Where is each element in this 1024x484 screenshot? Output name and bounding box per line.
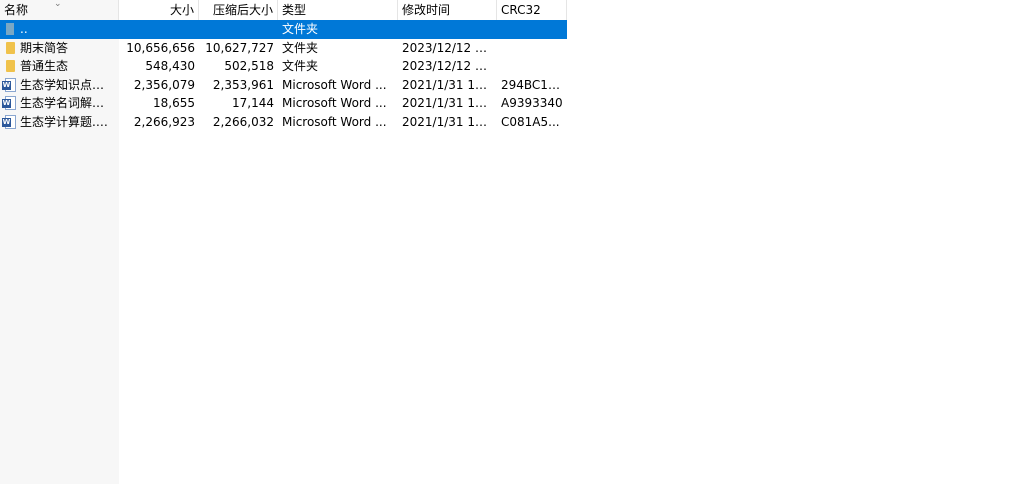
- folder-icon: [6, 41, 15, 54]
- file-row[interactable]: 期末简答 10,656,656 10,627,727 文件夹 2023/12/1…: [0, 39, 567, 58]
- file-type-cell: Microsoft Word ...: [282, 77, 387, 92]
- file-name-cell: ..: [0, 20, 119, 39]
- file-modified-time-cell: 2023/12/12 2...: [402, 40, 495, 55]
- column-header-modified-time[interactable]: 修改时间: [398, 0, 497, 20]
- up-folder-icon: [6, 23, 14, 36]
- archive-viewer: 名称 ⌄ 大小 压缩后大小 类型 修改时间 CRC32 .. 文件夹 期末简答 …: [0, 0, 1024, 484]
- file-crc-cell: 294BC1A...: [501, 77, 567, 92]
- word-document-icon: W: [2, 114, 16, 129]
- file-size-cell: 2,356,079: [133, 77, 195, 92]
- file-size-cell: 2,266,923: [133, 114, 195, 129]
- column-header-size[interactable]: 大小: [119, 0, 199, 20]
- file-type-cell: Microsoft Word ...: [282, 114, 387, 129]
- file-packed-size-cell: 17,144: [232, 96, 274, 110]
- file-name-cell: W 生态学名词解释(...: [2, 96, 115, 111]
- file-crc-cell: [497, 20, 567, 39]
- column-header-bar: 名称 ⌄ 大小 压缩后大小 类型 修改时间 CRC32: [0, 0, 567, 20]
- file-packed-size-cell: 10,627,727: [205, 40, 274, 55]
- file-row[interactable]: W 生态学计算题.do... 2,266,923 2,266,032 Micro…: [0, 113, 567, 132]
- file-size-cell: 10,656,656: [126, 40, 195, 55]
- column-header-packed-size[interactable]: 压缩后大小: [199, 0, 278, 20]
- file-name-cell: 期末简答: [0, 39, 119, 58]
- word-document-icon: W: [2, 96, 16, 111]
- word-document-icon: W: [2, 77, 16, 92]
- file-list[interactable]: 名称 ⌄ 大小 压缩后大小 类型 修改时间 CRC32 .. 文件夹 期末简答 …: [0, 0, 567, 131]
- file-modified-time-cell: 2023/12/12 2...: [402, 59, 495, 73]
- file-row[interactable]: W 生态学知识点总... 2,356,079 2,353,961 Microso…: [0, 76, 567, 95]
- file-size-cell: 548,430: [145, 59, 195, 73]
- column-header-type[interactable]: 类型: [278, 0, 398, 20]
- file-packed-size-cell: 502,518: [224, 59, 274, 73]
- file-crc-cell: [497, 57, 567, 76]
- column-header-name[interactable]: 名称 ⌄: [0, 0, 119, 20]
- column-header-crc32[interactable]: CRC32: [497, 0, 567, 20]
- sort-chevron-down-icon: ⌄: [54, 0, 62, 9]
- file-type-cell: 文件夹: [282, 22, 319, 36]
- file-name-cell: 普通生态: [0, 57, 119, 76]
- file-modified-time-cell: 2021/1/31 11:...: [402, 77, 497, 92]
- file-name-cell: W 生态学知识点总...: [2, 77, 115, 92]
- file-name-cell: W 生态学计算题.do...: [2, 114, 115, 129]
- file-packed-size-cell: [199, 20, 278, 39]
- file-crc-cell: [497, 39, 567, 58]
- file-row-parent[interactable]: .. 文件夹: [0, 20, 567, 39]
- file-type-cell: 文件夹: [282, 59, 319, 73]
- file-crc-cell: C081A5...: [501, 114, 560, 129]
- file-type-cell: Microsoft Word ...: [282, 96, 387, 110]
- file-packed-size-cell: 2,266,032: [212, 114, 274, 129]
- file-modified-time-cell: 2021/1/31 11:...: [402, 114, 497, 129]
- file-modified-time-cell: [398, 20, 497, 39]
- file-size-cell: [119, 20, 199, 39]
- file-modified-time-cell: 2021/1/31 11:...: [402, 96, 497, 110]
- file-packed-size-cell: 2,353,961: [212, 77, 274, 92]
- file-crc-cell: A9393340: [501, 96, 563, 110]
- file-row[interactable]: 普通生态 548,430 502,518 文件夹 2023/12/12 2...: [0, 57, 567, 76]
- file-row[interactable]: W 生态学名词解释(... 18,655 17,144 Microsoft Wo…: [0, 94, 567, 113]
- file-size-cell: 18,655: [153, 96, 195, 110]
- folder-icon: [6, 60, 15, 73]
- file-type-cell: 文件夹: [282, 40, 319, 55]
